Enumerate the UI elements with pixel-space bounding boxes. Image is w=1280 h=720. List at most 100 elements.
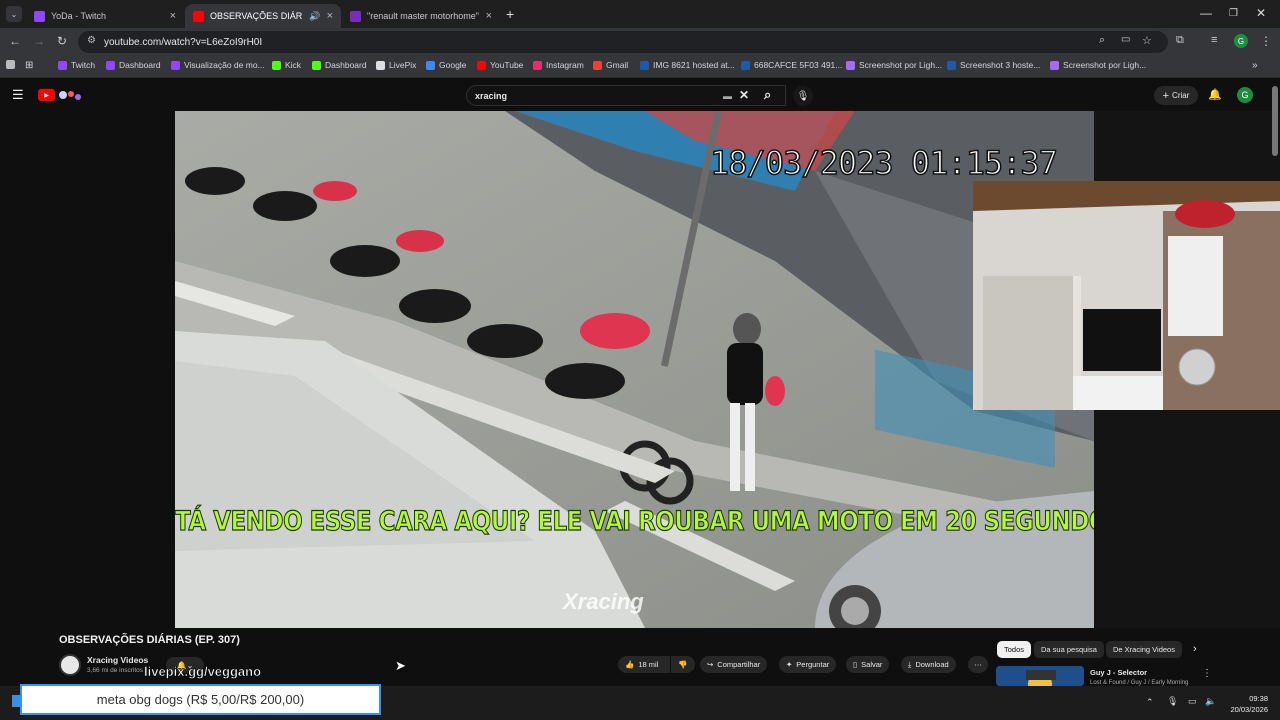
- bookmark-item[interactable]: IMG 8621 hosted at...: [640, 60, 735, 70]
- bookmark-item[interactable]: Dashboard: [106, 60, 161, 70]
- recommended-thumbnail[interactable]: [996, 666, 1084, 686]
- bookmark-item[interactable]: Google: [426, 60, 466, 70]
- like-count: 18 mil: [638, 660, 659, 669]
- bookmark-favicon-icon: [171, 60, 180, 70]
- dislike-button[interactable]: 👎: [671, 656, 695, 673]
- like-button[interactable]: 👍 18 mil: [618, 656, 670, 673]
- tab-title: OBSERVAÇÕES DIÁRIAS (EP: [210, 11, 303, 21]
- share-icon: ↪: [707, 660, 714, 669]
- zoom-icon[interactable]: ⌕: [1099, 34, 1105, 47]
- search-query-text: xracing: [475, 90, 508, 101]
- cast-icon[interactable]: ▭: [1121, 34, 1130, 45]
- site-info-icon[interactable]: ⚙: [87, 35, 96, 46]
- chip-from-search[interactable]: Da sua pesquisa: [1034, 641, 1104, 658]
- tray-mic-icon[interactable]: 🎙: [1167, 696, 1178, 707]
- youtube-logo-icon[interactable]: ▶: [38, 89, 55, 101]
- bookmark-item[interactable]: Screenshot por Ligh...: [846, 60, 942, 70]
- reading-list-icon[interactable]: ≡: [1211, 34, 1217, 46]
- taskbar-time[interactable]: 09:38: [1228, 694, 1268, 703]
- tray-chevron-icon[interactable]: ⌃: [1146, 697, 1154, 708]
- download-button[interactable]: ⤓ Download: [901, 656, 956, 673]
- bookmark-label: Dashboard: [119, 60, 161, 70]
- channel-name[interactable]: Xracing Videos: [87, 655, 148, 665]
- youtube-icon: [193, 10, 204, 22]
- page-scrollbar[interactable]: [1272, 86, 1278, 156]
- close-icon[interactable]: ×: [486, 10, 492, 22]
- bookmark-favicon-icon: [272, 60, 281, 70]
- bookmark-item[interactable]: Gmail: [593, 60, 628, 70]
- ask-button[interactable]: ✦ Perguntar: [779, 656, 837, 673]
- channel-avatar[interactable]: [59, 654, 81, 676]
- tab-twitch[interactable]: YoDa - Twitch ×: [26, 4, 184, 28]
- notifications-bell-icon[interactable]: 🔔: [1208, 88, 1222, 101]
- close-icon[interactable]: ×: [170, 10, 176, 22]
- bookmark-item[interactable]: Screenshot por Ligh...: [1050, 60, 1146, 70]
- video-player[interactable]: 18/03/2023 01:15:37 TÁ VENDO ESSE CARA A…: [175, 111, 1094, 628]
- bookmark-item[interactable]: YouTube: [477, 60, 523, 70]
- bookmark-label: IMG 8621 hosted at...: [653, 60, 735, 70]
- bookmark-favicon-icon: [1050, 60, 1059, 70]
- bookmark-item[interactable]: Screenshot 3 hoste...: [947, 60, 1040, 70]
- chevron-right-icon[interactable]: ›: [1193, 643, 1197, 655]
- bookmark-item[interactable]: Dashboard: [312, 60, 367, 70]
- recommended-title[interactable]: Guy J - Selector: [1090, 668, 1147, 677]
- streamer-webcam: [973, 181, 1280, 410]
- extensions-icon[interactable]: ⧉: [1176, 34, 1184, 47]
- bookmark-item[interactable]: Visualização de mo...: [171, 60, 265, 70]
- tab-search-chevron-icon[interactable]: ⌄: [6, 6, 22, 22]
- audio-playing-icon[interactable]: 🔊: [309, 11, 320, 22]
- keyboard-icon[interactable]: ▬: [723, 91, 732, 101]
- bookmark-label: Google: [439, 60, 467, 70]
- save-button[interactable]: ▯ Salvar: [846, 656, 890, 673]
- bookmark-item[interactable]: Instagram: [533, 60, 584, 70]
- more-actions-button[interactable]: ⋯: [968, 656, 988, 673]
- search-input[interactable]: xracing ▬ ✕ ⌕: [466, 85, 786, 106]
- share-button[interactable]: ↪ Compartilhar: [700, 656, 768, 673]
- more-bookmarks-icon[interactable]: »: [1252, 60, 1258, 71]
- close-icon[interactable]: ×: [327, 10, 333, 22]
- back-icon[interactable]: ←: [9, 34, 21, 48]
- bookmark-item[interactable]: LivePix: [376, 60, 416, 70]
- more-icon: ⋯: [974, 660, 982, 669]
- sparkle-icon: ✦: [786, 660, 793, 669]
- video-title: OBSERVAÇÕES DIÁRIAS (EP. 307): [59, 634, 240, 646]
- recommended-more-icon[interactable]: ⋮: [1202, 668, 1212, 679]
- create-button[interactable]: + Criar: [1154, 86, 1198, 105]
- bookmark-item[interactable]: Kick: [272, 60, 301, 70]
- minimize-icon[interactable]: —: [1200, 6, 1212, 20]
- bookmark-item[interactable]: Twitch: [58, 60, 95, 70]
- reload-icon[interactable]: ↻: [57, 34, 67, 48]
- tab-title: "renault master motorhome" -: [367, 11, 480, 21]
- chip-all[interactable]: Todos: [997, 641, 1032, 658]
- tab-search[interactable]: "renault master motorhome" - ×: [342, 4, 500, 28]
- bookmark-favicon-icon: [58, 60, 67, 70]
- bookmark-item[interactable]: 668CAFCE 5F03 491...: [741, 60, 842, 70]
- menu-kebab-icon[interactable]: ⋮: [1260, 34, 1272, 48]
- profile-avatar[interactable]: G: [1234, 34, 1248, 48]
- doodle-logo[interactable]: [58, 88, 84, 102]
- cctv-timestamp: 18/03/2023 01:15:37: [709, 143, 1059, 183]
- forward-icon[interactable]: →: [33, 34, 45, 48]
- tray-volume-icon[interactable]: 🔈: [1205, 696, 1216, 707]
- window-close-icon[interactable]: ✕: [1256, 6, 1266, 20]
- xracing-watermark: Xracing: [563, 589, 644, 614]
- hamburger-menu-icon[interactable]: ☰: [12, 87, 24, 103]
- restore-icon[interactable]: ❐: [1229, 8, 1238, 19]
- bookmark-favicon-icon: [640, 60, 649, 70]
- tray-network-icon[interactable]: ▭: [1188, 696, 1197, 707]
- mouse-cursor: ➤: [395, 658, 406, 673]
- apps-icon[interactable]: [6, 60, 15, 69]
- bookmark-label: LivePix: [389, 60, 417, 70]
- mic-icon[interactable]: 🎙: [793, 86, 813, 106]
- search-icon[interactable]: ⌕: [764, 87, 771, 103]
- chip-from-channel[interactable]: De Xracing Videos: [1106, 641, 1182, 658]
- new-tab-icon[interactable]: +: [506, 6, 514, 22]
- clear-search-icon[interactable]: ✕: [739, 88, 749, 102]
- tab-youtube[interactable]: OBSERVAÇÕES DIÁRIAS (EP 🔊 ×: [185, 4, 341, 28]
- grid-icon[interactable]: ⊞: [25, 60, 33, 71]
- address-bar[interactable]: ⚙ youtube.com/watch?v=L6eZoI9rH0I: [78, 31, 1168, 53]
- account-avatar[interactable]: G: [1237, 87, 1253, 103]
- bookmark-star-icon[interactable]: ☆: [1142, 34, 1152, 47]
- bookmark-label: Gmail: [606, 60, 629, 70]
- taskbar-date[interactable]: 20/03/2026: [1220, 705, 1268, 714]
